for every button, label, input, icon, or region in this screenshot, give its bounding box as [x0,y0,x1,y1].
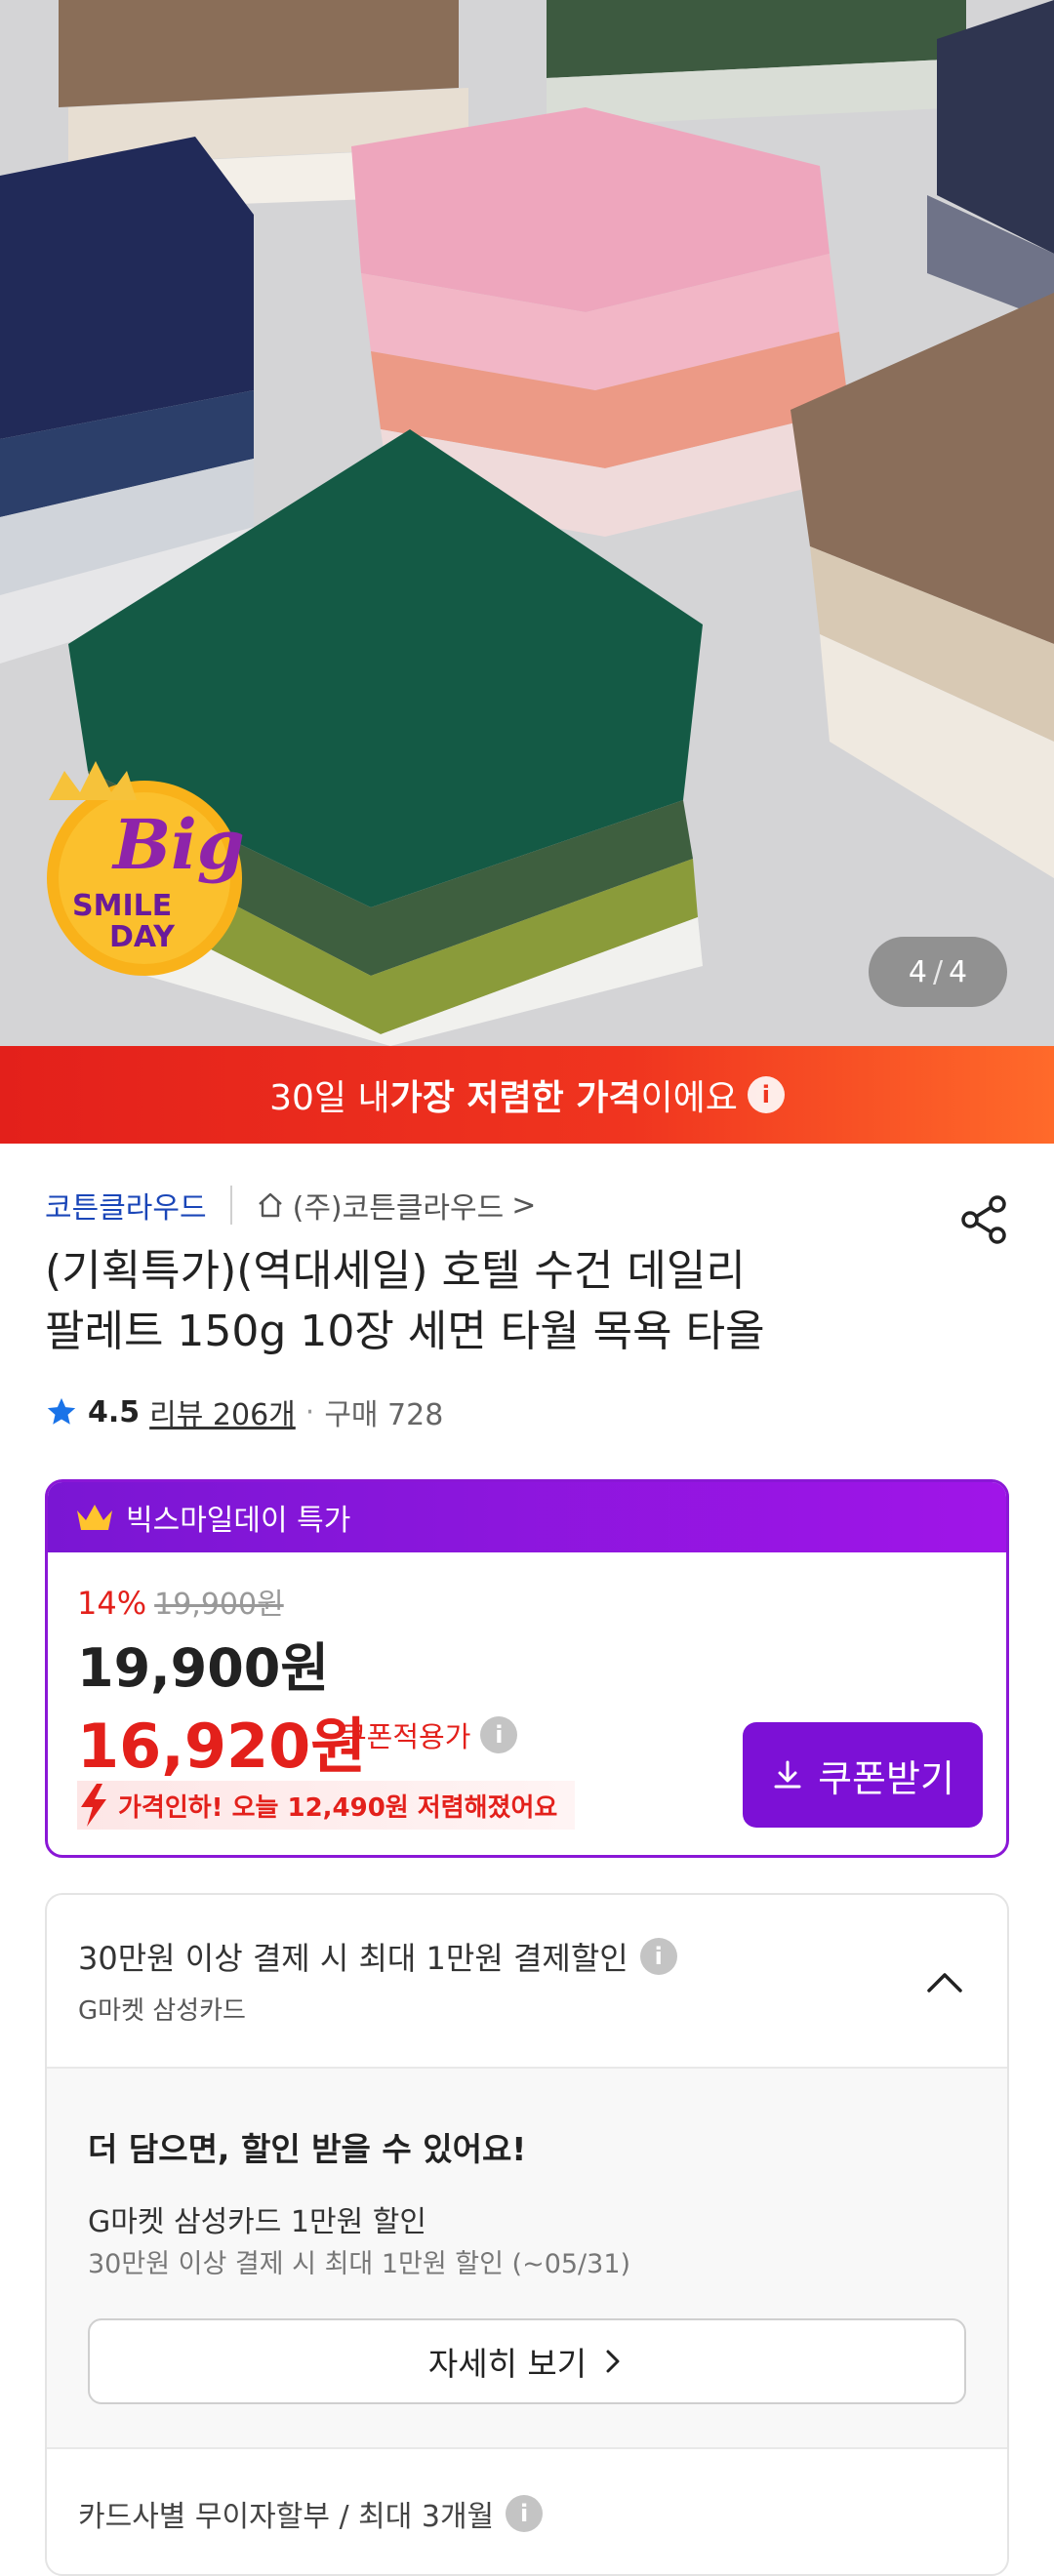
info-icon[interactable]: i [506,2495,544,2532]
review-count-link[interactable]: 리뷰 206개 [149,1390,296,1433]
discount-row: 14% 19,900원 [77,1580,284,1623]
coupon-applied-label: 쿠폰적용가 i [341,1714,518,1755]
product-title: (기획특가)(역대세일) 호텔 수건 데일리 팔레트 150g 10장 세면 타… [45,1241,982,1362]
benefit-condition: 30만원 이상 결제 시 최대 1만원 할인 (~05/31) [88,2249,631,2279]
card-discount-title: 30만원 이상 결제 시 최대 1만원 결제할인 i [78,1934,677,1979]
svg-text:SMILE: SMILE [72,889,172,923]
chevron-right-icon: > [511,1187,537,1223]
svg-text:Big: Big [111,804,245,885]
rating-value: 4.5 [88,1394,141,1429]
divider [229,1186,232,1225]
image-page-counter: 4/4 [869,937,1007,1007]
price-drop-text: 가격인하! 오늘 12,490원 저렴해졌어요 [118,1792,558,1823]
big-smile-day-deal-box: 빅스마일데이 특가 14% 19,900원 19,900원 16,920원 쿠폰… [45,1479,1009,1858]
benefit-name: G마켓 삼성카드 1만원 할인 [88,2205,426,2239]
card-discount-details: 더 담으면, 할인 받을 수 있어요! G마켓 삼성카드 1만원 할인 30만원… [47,2067,1007,2449]
seller-row: 코튼클라우드 (주)코튼클라우드 > [45,1181,536,1229]
card-discount-title-text: 30만원 이상 결제 시 최대 1만원 결제할인 [78,1940,628,1977]
separator-dot: · [304,1394,315,1429]
product-image-gallery[interactable]: Big SMILE DAY 4/4 [0,0,1054,1046]
card-discount-header[interactable]: 30만원 이상 결제 시 최대 1만원 결제할인 i G마켓 삼성카드 [47,1895,1007,2067]
list-price: 19,900원 [77,1637,330,1699]
card-discount-panel: 30만원 이상 결제 시 최대 1만원 결제할인 i G마켓 삼성카드 더 담으… [45,1893,1009,2576]
get-coupon-button[interactable]: 쿠폰받기 [743,1722,983,1828]
down-arrow-icon [81,1784,106,1827]
installment-info: 카드사별 무이자할부 / 최대 3개월 i [78,2492,544,2535]
info-icon[interactable]: i [747,1076,785,1113]
purchase-count: 구매 728 [324,1398,444,1432]
coupon-applied-text: 쿠폰적용가 [341,1720,471,1753]
banner-text-pre: 30일 내 [269,1078,390,1118]
more-items-title: 더 담으면, 할인 받을 수 있어요! [88,2130,527,2168]
shop-link[interactable]: (주)코튼클라우드 > [256,1184,537,1227]
star-icon [47,1397,76,1425]
get-coupon-label: 쿠폰받기 [818,1756,954,1800]
big-smile-day-badge: Big SMILE DAY [35,742,269,976]
deal-header: 빅스마일데이 특가 [48,1482,1006,1552]
card-name: G마켓 삼성카드 [78,1996,246,2026]
svg-text:DAY: DAY [109,920,176,954]
price-drop-notice: 가격인하! 오늘 12,490원 저렴해졌어요 [77,1781,576,1830]
view-details-label: 자세히 보기 [427,2345,588,2383]
brand-link[interactable]: 코튼클라우드 [45,1184,207,1227]
share-icon[interactable] [956,1192,1011,1247]
lowest-price-banner[interactable]: 30일 내 가장 저렴한 가격 이에요 i [0,1046,1054,1144]
banner-text-bold: 가장 저렴한 가격 [389,1078,641,1118]
info-icon[interactable]: i [639,1938,677,1975]
coupon-sale-price: 16,920원 [77,1711,367,1782]
home-icon [258,1192,282,1218]
discount-rate: 14% [77,1585,147,1622]
chevron-right-icon [606,2350,620,2373]
shop-name: (주)코튼클라우드 [292,1191,505,1226]
product-title-line2: 팔레트 150g 10장 세면 타월 목욕 타올 [45,1307,765,1356]
download-icon [774,1760,801,1789]
rating-row: 4.5 리뷰 206개 · 구매 728 [45,1388,443,1436]
original-price: 19,900원 [154,1588,284,1622]
product-title-line1: (기획특가)(역대세일) 호텔 수건 데일리 [45,1246,746,1296]
view-details-button[interactable]: 자세히 보기 [88,2318,966,2404]
banner-text-post: 이에요 [640,1078,738,1118]
info-icon[interactable]: i [480,1716,518,1753]
deal-header-label: 빅스마일데이 특가 [126,1504,351,1538]
chevron-up-icon[interactable] [921,1959,968,2006]
crown-icon [77,1505,112,1530]
installment-text: 카드사별 무이자할부 / 최대 3개월 [78,2500,495,2534]
